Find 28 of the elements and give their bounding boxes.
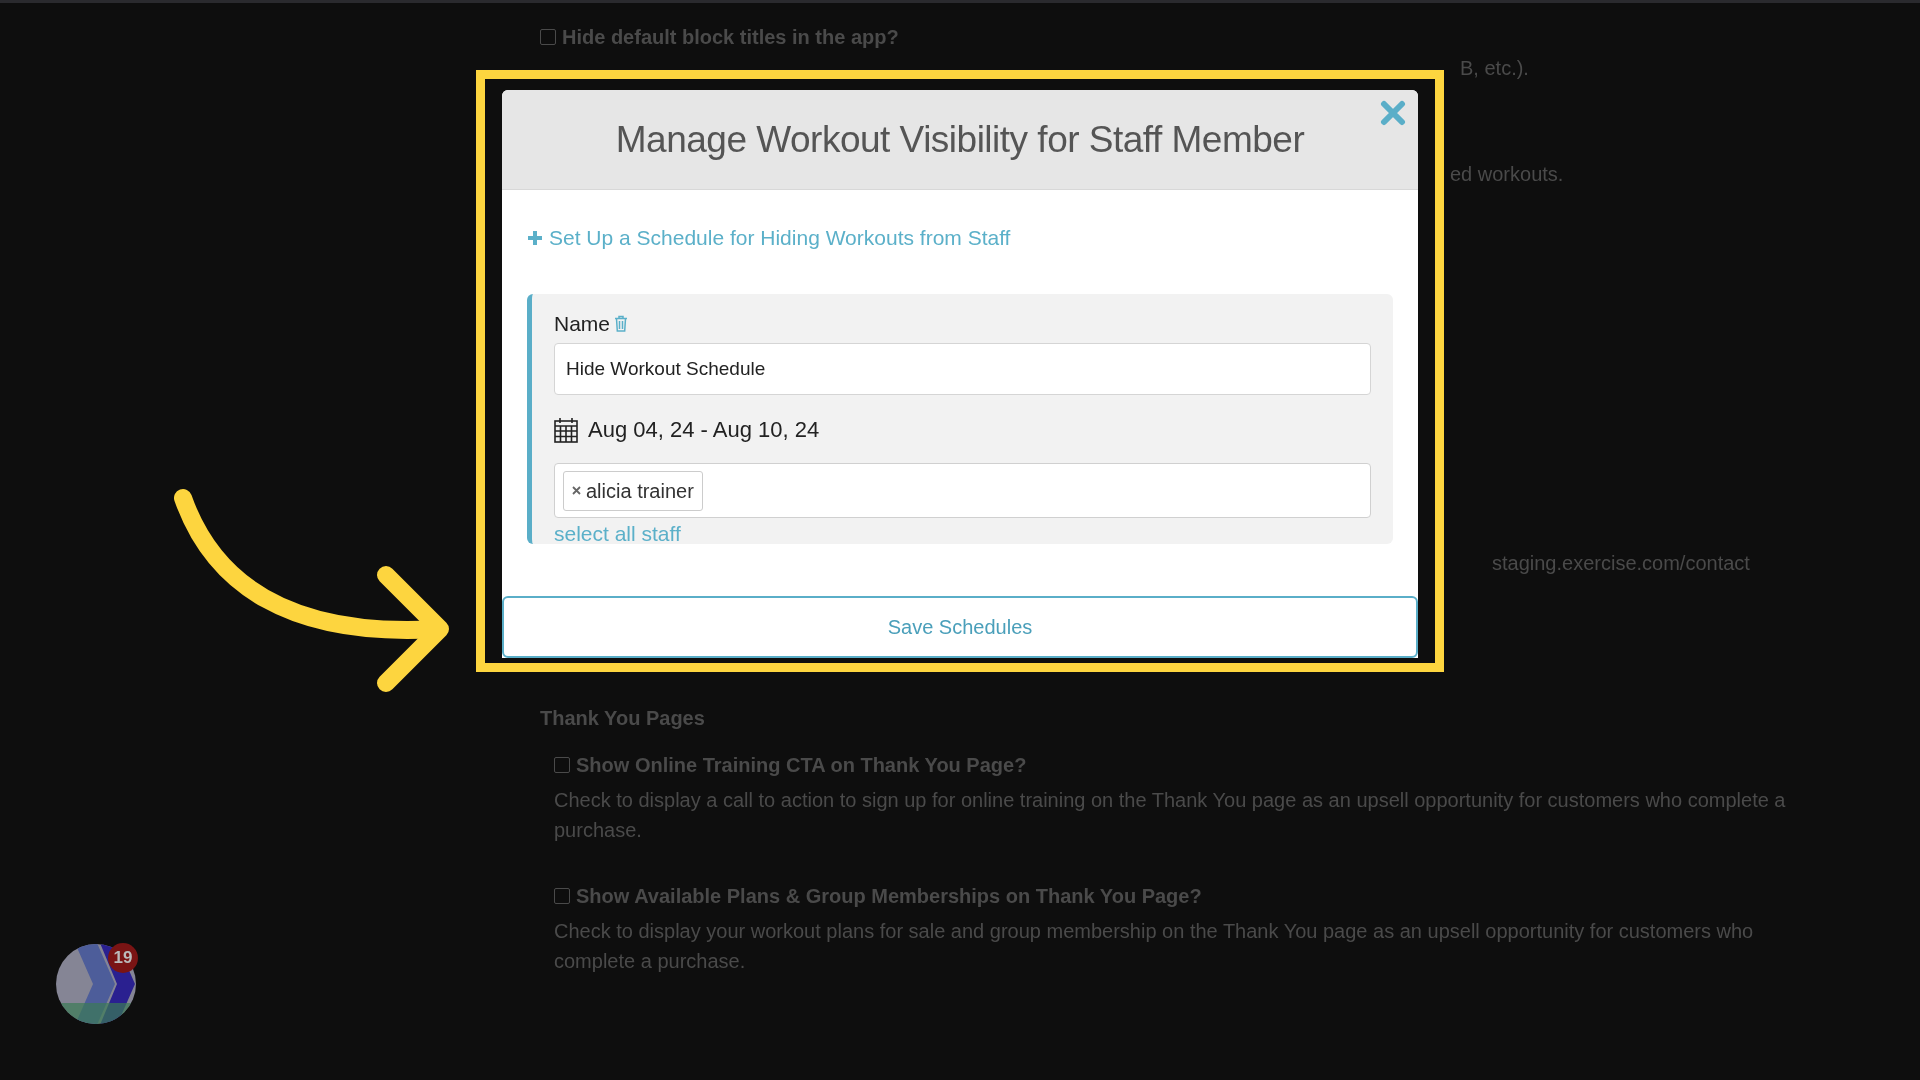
plus-icon [527, 229, 543, 246]
text-fragment: ed workouts. [1450, 163, 1564, 185]
modal-title: Manage Workout Visibility for Staff Member [615, 117, 1305, 162]
checkbox[interactable] [554, 888, 570, 904]
checkbox[interactable] [554, 757, 570, 773]
option-title: Show Available Plans & Group Memberships on Thank You Page? [576, 884, 1202, 908]
staff-select-field[interactable]: alicia trainer [554, 463, 1371, 518]
calendar-icon[interactable] [554, 416, 578, 443]
select-all-link[interactable]: select all staff [554, 518, 681, 550]
notification-badge: 19 [108, 943, 138, 973]
setting-title: Hide default block titles in the app? [562, 25, 899, 49]
option-description: Check to display a call to action to sign up for online training on the Thank You page as an upsell opportunity for customers who complete a purchase. [554, 788, 1787, 843]
name-input[interactable]: Hide Workout Schedule [554, 343, 1371, 395]
section-title: Thank You Pages [540, 706, 706, 730]
option-description: Check to display your workout plans for sale and group membership on the Thank You page as an upsell opportunity for customers who complete a purchase. [554, 919, 1755, 974]
field-label: Name [554, 310, 611, 337]
trash-icon[interactable] [614, 314, 629, 332]
checkbox[interactable] [540, 29, 556, 45]
option-title: Show Online Training CTA on Thank You Page? [576, 753, 1027, 777]
staff-tag: alicia trainer [563, 470, 703, 511]
add-schedule-link[interactable]: Set Up a Schedule for Hiding Workouts from Staff [527, 222, 1011, 254]
remove-icon[interactable] [572, 486, 581, 495]
text-fragment: staging.exercise.com/contact [1492, 552, 1750, 574]
date-range: Aug 04, 24 - Aug 10, 24 [588, 416, 820, 444]
close-icon [1380, 100, 1406, 126]
text-fragment: B, etc.). [1460, 57, 1529, 79]
close-button[interactable] [1380, 100, 1406, 126]
save-button[interactable]: Save Schedules [502, 596, 1418, 658]
